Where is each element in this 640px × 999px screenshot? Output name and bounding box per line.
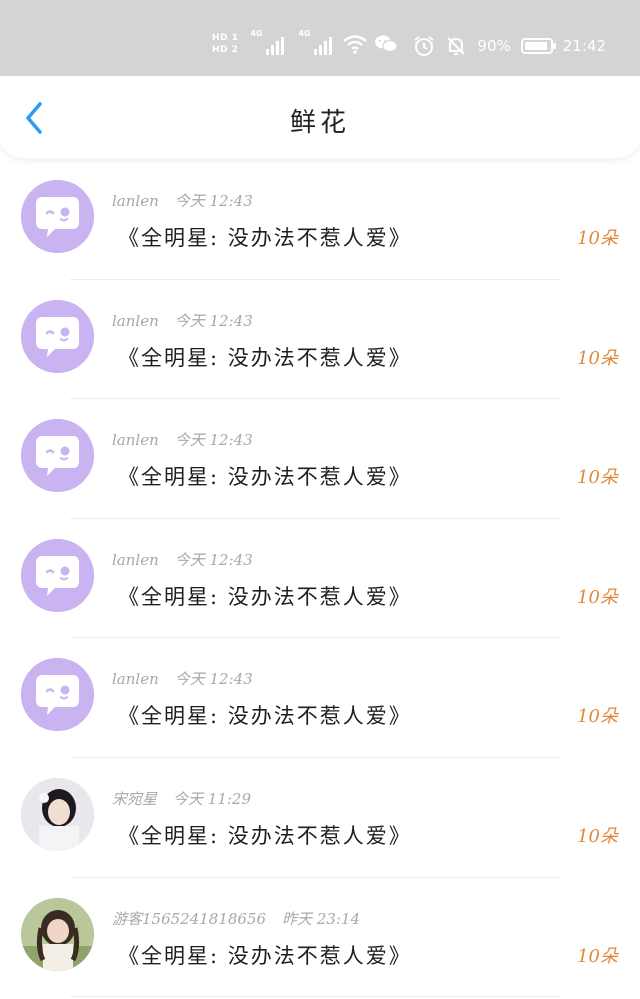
record-meta: lanlen 今天 12:43 — [112, 190, 253, 211]
flower-count: 10朵 — [577, 228, 618, 249]
wifi-icon — [343, 35, 368, 54]
user-photo-icon — [21, 777, 94, 851]
timestamp: 今天 11:29 — [173, 789, 252, 808]
timestamp: 今天 12:43 — [174, 311, 253, 330]
timestamp: 今天 12:43 — [174, 192, 253, 210]
avatar[interactable] — [21, 299, 94, 373]
signal-icon-2: 4G — [298, 29, 333, 55]
list-item[interactable]: 宋宛星 今天 11:29 《全明星: 没办法不惹人爱》 10朵 — [0, 758, 640, 878]
gift-title: 《全明星: 没办法不惹人爱》 — [118, 823, 412, 848]
flower-count: 10朵 — [577, 467, 618, 489]
page-title: 鲜花 — [289, 108, 350, 138]
flower-count: 10朵 — [577, 586, 618, 608]
clock: 21:42 — [562, 37, 606, 55]
status-right: 90% 21:42 — [413, 33, 606, 59]
timestamp: 今天 12:43 — [174, 550, 253, 569]
network-type-label: 4G — [250, 29, 263, 38]
signal-group: HD 1 HD 2 4G 4G — [212, 26, 399, 62]
record-meta: lanlen 今天 12:43 — [112, 429, 253, 450]
sim2-label: HD 2 — [212, 45, 239, 55]
chat-bubble-icon — [21, 419, 94, 493]
username[interactable]: lanlen — [112, 551, 159, 569]
flower-count: 10朵 — [577, 945, 618, 967]
list-item[interactable]: lanlen 今天 12:43 《全明星: 没办法不惹人爱》 10朵 — [0, 280, 640, 400]
flower-count: 10朵 — [577, 706, 618, 728]
timestamp: 今天 12:43 — [174, 431, 253, 450]
gift-title: 《全明星: 没办法不惹人爱》 — [118, 584, 412, 609]
chat-bubble-icon — [21, 299, 94, 373]
list-item[interactable]: lanlen 今天 12:43 《全明星: 没办法不惹人爱》 10朵 — [0, 638, 640, 758]
record-meta: lanlen 今天 12:43 — [112, 549, 253, 570]
gift-title: 《全明星: 没办法不惹人爱》 — [118, 226, 412, 250]
battery-fill — [524, 42, 547, 50]
mute-bell-icon — [447, 37, 466, 55]
username[interactable]: lanlen — [112, 192, 159, 210]
list-item[interactable]: lanlen 今天 12:43 《全明星: 没办法不惹人爱》 10朵 — [0, 519, 640, 639]
gift-title: 《全明星: 没办法不惹人爱》 — [118, 943, 412, 968]
wechat-icon — [375, 35, 399, 53]
alarm-icon — [414, 36, 435, 56]
username[interactable]: lanlen — [112, 312, 159, 330]
gift-title: 《全明星: 没办法不惹人爱》 — [118, 465, 412, 490]
record-meta: lanlen 今天 12:43 — [112, 310, 253, 331]
divider — [70, 996, 560, 998]
sim1-label: HD 1 — [212, 33, 239, 43]
gift-title: 《全明星: 没办法不惹人爱》 — [118, 704, 412, 729]
signal-icon: 4G — [250, 29, 285, 55]
list-item[interactable]: 游客1565241818656 昨天 23:14 《全明星: 没办法不惹人爱》 1… — [0, 878, 640, 998]
timestamp: 今天 12:43 — [174, 670, 253, 689]
chat-bubble-icon — [21, 180, 94, 253]
record-meta: lanlen 今天 12:43 — [112, 668, 253, 689]
user-photo-icon — [21, 897, 94, 971]
avatar[interactable] — [21, 538, 94, 612]
list-item[interactable]: lanlen 今天 12:43 《全明星: 没办法不惹人爱》 10朵 — [0, 399, 640, 519]
nav-header: 鲜花 — [0, 76, 640, 158]
battery-icon — [520, 38, 556, 54]
flower-count: 10朵 — [577, 825, 618, 847]
network-type-label-2: 4G — [298, 29, 311, 38]
timestamp: 昨天 23:14 — [282, 909, 361, 928]
battery-percent: 90% — [477, 37, 511, 55]
record-meta: 宋宛星 今天 11:29 — [112, 788, 251, 809]
username[interactable]: 宋宛星 — [112, 790, 157, 808]
flower-count: 10朵 — [577, 347, 618, 369]
avatar[interactable] — [21, 180, 94, 253]
avatar[interactable] — [21, 777, 94, 851]
username[interactable]: 游客1565241818656 — [112, 910, 266, 928]
avatar[interactable] — [21, 897, 94, 971]
sim-indicators: HD 1 HD 2 — [212, 33, 238, 55]
username[interactable]: lanlen — [112, 670, 159, 688]
avatar[interactable] — [21, 419, 94, 493]
chat-bubble-icon — [21, 538, 94, 612]
username[interactable]: lanlen — [112, 431, 159, 449]
list-item[interactable]: lanlen 今天 12:43 《全明星: 没办法不惹人爱》 10朵 — [0, 160, 640, 280]
avatar[interactable] — [21, 658, 94, 732]
status-bar: HD 1 HD 2 4G 4G 90% 21:42 — [0, 0, 640, 76]
record-meta: 游客1565241818656 昨天 23:14 — [112, 908, 360, 929]
gift-title: 《全明星: 没办法不惹人爱》 — [118, 345, 412, 370]
chat-bubble-icon — [21, 658, 94, 732]
flower-record-list: lanlen 今天 12:43 《全明星: 没办法不惹人爱》 10朵 lanlen… — [0, 160, 640, 998]
